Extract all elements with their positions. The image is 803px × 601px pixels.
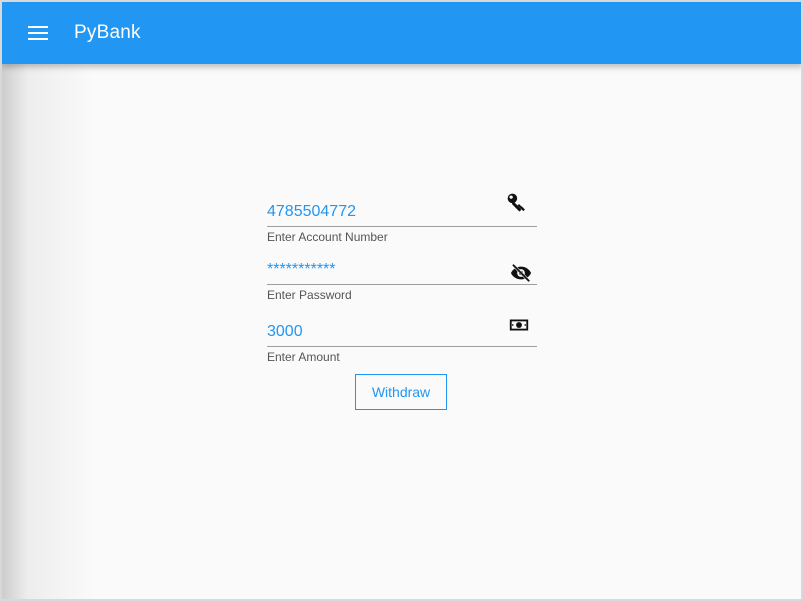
app-bar: PyBank bbox=[2, 2, 801, 64]
app-title: PyBank bbox=[74, 22, 141, 43]
navigation-drawer-shadow bbox=[2, 64, 94, 599]
amount-input[interactable]: 3000 bbox=[267, 320, 505, 344]
password-underline bbox=[267, 284, 537, 285]
account-number-field: 4785504772 Enter Account Number bbox=[267, 193, 537, 248]
account-number-label: Enter Account Number bbox=[267, 230, 388, 244]
password-label: Enter Password bbox=[267, 288, 352, 302]
pybank-window: PyBank 4785504772 Enter Account Number *… bbox=[0, 0, 803, 601]
amount-label: Enter Amount bbox=[267, 350, 340, 364]
account-number-input[interactable]: 4785504772 bbox=[267, 200, 505, 224]
key-icon bbox=[506, 192, 528, 214]
password-field: *********** Enter Password bbox=[267, 258, 537, 306]
amount-field: 3000 Enter Amount bbox=[267, 319, 537, 368]
cash-icon bbox=[508, 314, 530, 336]
account-number-underline bbox=[267, 226, 537, 227]
eye-off-icon[interactable] bbox=[510, 262, 532, 284]
withdraw-button[interactable]: Withdraw bbox=[355, 374, 447, 410]
amount-underline bbox=[267, 346, 537, 347]
password-input[interactable]: *********** bbox=[267, 258, 505, 282]
menu-icon[interactable] bbox=[28, 25, 48, 41]
